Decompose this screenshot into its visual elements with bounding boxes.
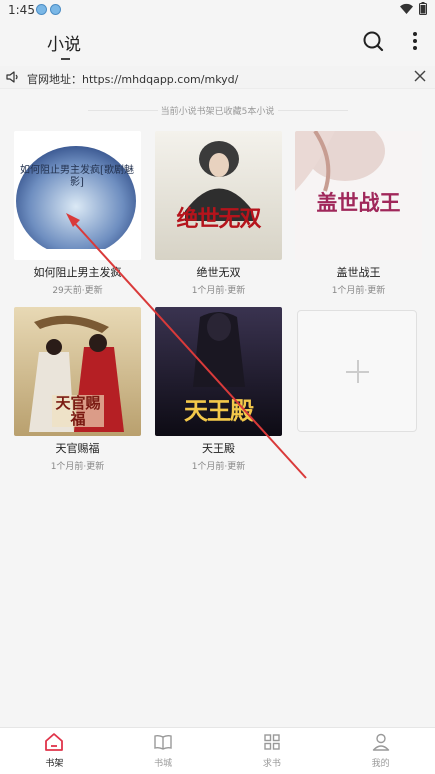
cover-title: 如何阻止男主发疯[歌剧魅影] — [20, 165, 134, 188]
notice-bar: 官网地址：https://mhdqapp.com/mkyd/ — [0, 66, 435, 89]
grid-icon — [264, 734, 280, 750]
plus-icon — [357, 360, 359, 383]
book-updated: 29天前·更新 — [52, 286, 103, 296]
notification-icons — [36, 4, 61, 15]
tab-indicator — [61, 58, 70, 60]
book-card[interactable]: 天官赐福 天官赐福 1个月前·更新 — [14, 307, 141, 472]
cover-title: 盖世战王 — [316, 190, 401, 215]
nav-request-book[interactable]: 求书 — [218, 728, 327, 774]
book-cover[interactable]: 天王殿 — [155, 307, 282, 436]
book-title: 绝世无双 — [196, 266, 241, 279]
cover-title: 天王殿 — [184, 396, 254, 425]
home-icon — [45, 733, 64, 751]
wifi-icon — [400, 3, 413, 14]
page-title: 小说 — [47, 35, 81, 55]
book-cover[interactable]: 盖世战王 — [295, 131, 422, 260]
app-bar: 小说 — [0, 20, 435, 64]
more-menu-icon[interactable] — [408, 30, 422, 52]
book-updated: 1个月前·更新 — [191, 286, 246, 296]
nav-bookshelf[interactable]: 书架 — [0, 728, 109, 774]
book-cover[interactable]: 如何阻止男主发疯[歌剧魅影] — [14, 131, 141, 260]
speaker-icon — [6, 71, 18, 83]
book-card[interactable]: 绝世无双 绝世无双 1个月前·更新 — [155, 131, 282, 296]
book-title: 天官赐福 — [55, 442, 100, 455]
close-icon[interactable] — [414, 70, 426, 82]
nav-bookstore[interactable]: 书城 — [109, 728, 218, 774]
book-cover[interactable]: 天官赐福 — [14, 307, 141, 436]
nav-label: 我的 — [371, 759, 390, 769]
nav-label: 书城 — [154, 759, 173, 769]
status-bar: 1:45 — [0, 0, 435, 20]
notification-icon — [36, 4, 47, 15]
book-cover[interactable]: 绝世无双 — [155, 131, 282, 260]
notification-icon — [50, 4, 61, 15]
add-book-button[interactable] — [297, 310, 417, 432]
cover-title: 天官赐福 — [52, 395, 104, 427]
shelf-count-text: 当前小说书架已收藏5本小说 — [160, 107, 275, 117]
book-icon — [154, 734, 172, 750]
bottom-nav: 书架 书城 求书 我的 — [0, 727, 435, 774]
divider — [278, 110, 348, 111]
book-card[interactable]: 盖世战王 盖世战王 1个月前·更新 — [295, 131, 422, 296]
nav-label: 求书 — [262, 759, 281, 769]
book-title: 盖世战王 — [336, 266, 381, 279]
book-updated: 1个月前·更新 — [191, 462, 246, 472]
book-updated: 1个月前·更新 — [50, 462, 105, 472]
book-card[interactable]: 天王殿 天王殿 1个月前·更新 — [155, 307, 282, 472]
search-icon[interactable] — [362, 30, 384, 52]
shelf-count-info: 当前小说书架已收藏5本小说 — [0, 104, 435, 117]
cover-title: 绝世无双 — [176, 206, 261, 232]
divider — [88, 110, 158, 111]
nav-profile[interactable]: 我的 — [326, 728, 435, 774]
notice-text[interactable]: 官网地址：https://mhdqapp.com/mkyd/ — [27, 71, 238, 87]
book-title: 如何阻止男主发疯 — [33, 266, 122, 279]
book-updated: 1个月前·更新 — [331, 286, 386, 296]
nav-label: 书架 — [45, 759, 64, 769]
book-card[interactable]: 如何阻止男主发疯[歌剧魅影] 如何阻止男主发疯 29天前·更新 — [14, 131, 141, 296]
user-icon — [372, 733, 389, 751]
book-title: 天王殿 — [202, 442, 235, 455]
battery-icon — [419, 2, 427, 15]
status-time: 1:45 — [8, 3, 35, 17]
